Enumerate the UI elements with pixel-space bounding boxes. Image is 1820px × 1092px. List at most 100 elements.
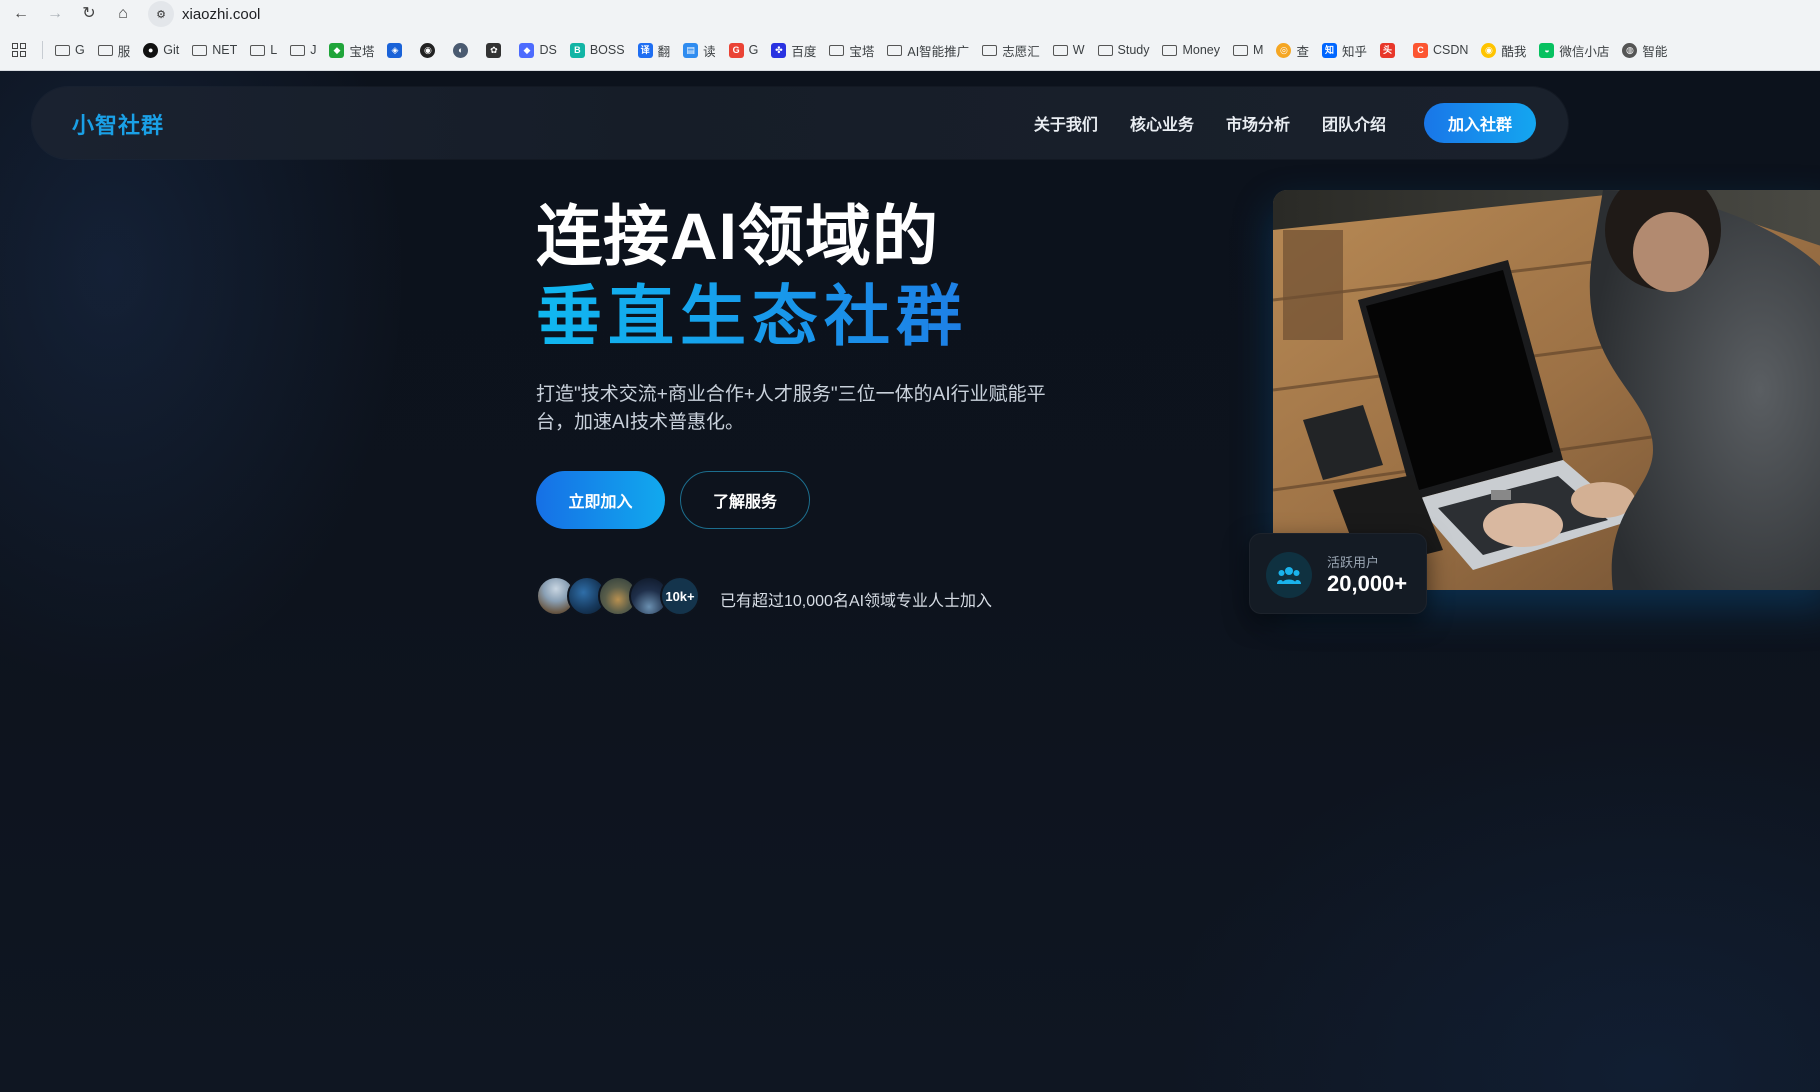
- folder-icon: [55, 44, 70, 56]
- google-icon: G: [728, 42, 744, 58]
- bookmarks-divider: [42, 41, 43, 59]
- nav-link-team[interactable]: 团队介绍: [1322, 111, 1386, 135]
- page: 小智社群 关于我们 核心业务 市场分析 团队介绍 加入社群 连接AI领域的 垂直…: [0, 71, 1820, 1092]
- bookmark-item[interactable]: ◉ 酷我: [1481, 41, 1526, 60]
- bookmark-item[interactable]: ▤ 读: [683, 41, 716, 60]
- bookmark-label: 微信小店: [1559, 44, 1610, 59]
- bookmark-label: J: [310, 43, 317, 57]
- bookmark-item[interactable]: ◎ 查: [1276, 41, 1309, 60]
- bookmark-item[interactable]: 译翻: [637, 41, 671, 60]
- bookmark-label: 酷我: [1501, 44, 1527, 59]
- forward-arrow-icon[interactable]: →: [42, 1, 68, 27]
- bookmark-item[interactable]: ◐: [453, 42, 473, 58]
- browser-chrome: ← → ↻ ⌂ ⚙ xiaozhi.cool G 服 ● Git NET L J ◆ 宝塔 ◈ ◉ ◐…: [0, 0, 1820, 71]
- bookmark-item[interactable]: B BOSS: [569, 42, 625, 58]
- bookmark-item[interactable]: ◆ 宝塔: [329, 41, 374, 60]
- bookmark-label: G: [748, 43, 759, 57]
- member-count-badge: 10k+: [660, 576, 700, 616]
- nav-link-market-analysis[interactable]: 市场分析: [1226, 111, 1290, 135]
- reload-icon[interactable]: ↻: [76, 1, 102, 27]
- join-community-button[interactable]: 加入社群: [1423, 103, 1536, 143]
- folder-icon: [1162, 44, 1178, 56]
- bookmark-item[interactable]: G: [55, 43, 85, 57]
- bookmark-label: 翻: [657, 44, 671, 59]
- openai-icon: ✿: [486, 42, 502, 58]
- bookmark-item[interactable]: 志愿汇: [982, 41, 1040, 60]
- home-icon[interactable]: ⌂: [110, 1, 136, 27]
- bookmark-item[interactable]: AI智能推广: [887, 41, 969, 60]
- bookmark-item[interactable]: 头: [1379, 42, 1400, 58]
- bookmark-label: NET: [212, 43, 238, 57]
- site-logo[interactable]: 小智社群: [72, 108, 164, 140]
- bookmark-item[interactable]: M: [1233, 43, 1263, 57]
- nav-links: 关于我们 核心业务 市场分析 团队介绍 加入社群: [1002, 103, 1536, 143]
- bookmark-label: 服: [117, 44, 131, 59]
- folder-icon: [1052, 44, 1068, 56]
- bookmark-item[interactable]: ◉: [420, 42, 440, 58]
- zhihu-icon: 知: [1321, 42, 1337, 58]
- translate-icon: 译: [637, 42, 653, 58]
- hero-subtitle: 打造"技术交流+商业合作+人才服务"三位一体的AI行业赋能平台，加速AI技术普惠…: [536, 384, 1046, 433]
- bookmark-label: G: [75, 43, 85, 57]
- bookmark-item[interactable]: C CSDN: [1412, 42, 1468, 58]
- social-proof-text: 已有超过10,000名AI领域专业人士加入: [720, 593, 993, 610]
- bookmark-item[interactable]: NET: [192, 43, 237, 57]
- folder-icon: [982, 44, 998, 56]
- bookmark-item[interactable]: 服: [97, 41, 131, 60]
- back-arrow-icon[interactable]: ←: [8, 1, 34, 27]
- bookmark-label: AI智能推广: [907, 44, 970, 59]
- bookmark-label: 知乎: [1341, 44, 1367, 59]
- bookmark-item[interactable]: J: [290, 43, 316, 57]
- bookmark-item[interactable]: ◆ DS: [519, 42, 557, 58]
- folder-icon: [250, 44, 266, 56]
- hero-image-laptop: [1273, 190, 1820, 590]
- bookmark-item[interactable]: ✿: [486, 42, 506, 58]
- bookmark-item[interactable]: ◒ 微信小店: [1539, 41, 1609, 60]
- bookmark-item[interactable]: GG: [728, 42, 759, 58]
- nav-link-core-business[interactable]: 核心业务: [1130, 111, 1194, 135]
- github-icon: ●: [143, 42, 159, 58]
- folder-icon: [1233, 44, 1249, 56]
- bookmark-label: 志愿汇: [1002, 44, 1040, 59]
- bookmark-label: Git: [163, 43, 180, 57]
- site-info-icon[interactable]: ⚙: [148, 1, 174, 27]
- bookmark-label: Money: [1182, 43, 1221, 57]
- bookmark-label: 读: [703, 44, 716, 59]
- bookmark-label: W: [1072, 43, 1085, 57]
- cube-icon: ◈: [387, 42, 403, 58]
- boss-icon: B: [569, 42, 585, 58]
- bookmark-item[interactable]: W: [1052, 43, 1085, 57]
- bookmark-label: 百度: [791, 44, 817, 59]
- bookmark-label: Study: [1117, 43, 1150, 57]
- hero-title: 连接AI领域的 垂直生态社群: [536, 196, 968, 356]
- apps-grid-icon[interactable]: [12, 43, 32, 57]
- stat-label: 活跃用户: [1327, 555, 1380, 570]
- bookmark-item[interactable]: ◍ 智能: [1622, 41, 1667, 60]
- nav-link-about[interactable]: 关于我们: [1034, 111, 1098, 135]
- globe-icon: ◍: [1622, 42, 1638, 58]
- bookmark-item[interactable]: Money: [1162, 43, 1220, 57]
- folder-icon: [887, 44, 903, 56]
- bookmark-item[interactable]: 宝塔: [829, 41, 874, 60]
- bookmark-item[interactable]: L: [250, 43, 277, 57]
- bookmark-item[interactable]: ● Git: [143, 42, 180, 58]
- bookmark-label: BOSS: [589, 43, 625, 57]
- bookmark-item[interactable]: Study: [1097, 43, 1150, 57]
- learn-services-button[interactable]: 了解服务: [680, 471, 810, 529]
- address-bar[interactable]: xiaozhi.cool: [182, 6, 260, 23]
- folder-icon: [192, 44, 208, 56]
- active-users-card: 活跃用户 20,000+: [1249, 533, 1427, 614]
- bookmark-label: 智能: [1642, 44, 1668, 59]
- top-navbar: 小智社群 关于我们 核心业务 市场分析 团队介绍 加入社群: [32, 87, 1568, 159]
- hero-title-line2: 垂直生态社群: [536, 276, 968, 356]
- kuwo-icon: ◉: [1481, 42, 1497, 58]
- folder-icon: [97, 44, 113, 56]
- bookmark-item[interactable]: ◈: [387, 42, 407, 58]
- deepseek-icon: ◆: [519, 42, 535, 58]
- join-now-button[interactable]: 立即加入: [536, 471, 665, 529]
- toutiao-icon: 头: [1379, 42, 1395, 58]
- wechat-shop-icon: ◒: [1539, 42, 1555, 58]
- bookmark-item[interactable]: ✤ 百度: [771, 41, 816, 60]
- bookmark-item[interactable]: 知知乎: [1321, 41, 1367, 60]
- address-row: ← → ↻ ⌂ ⚙ xiaozhi.cool: [0, 0, 1820, 28]
